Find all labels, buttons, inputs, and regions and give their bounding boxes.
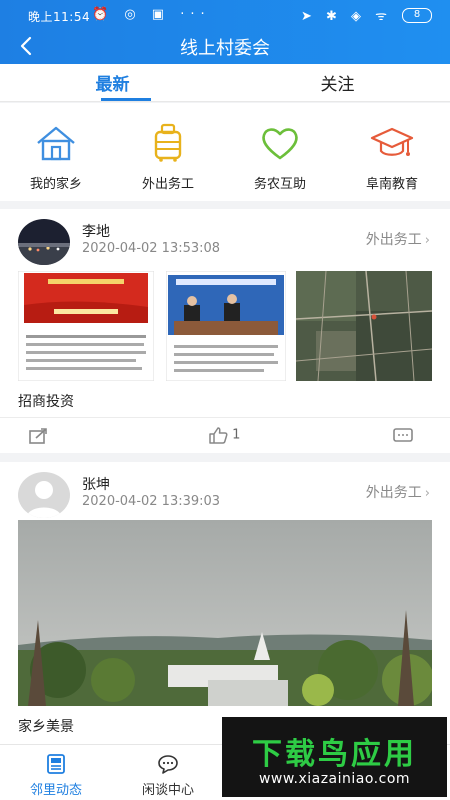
category-farm-mutual-aid[interactable]: 务农互助 — [224, 123, 336, 192]
chevron-right-icon: › — [424, 486, 430, 501]
category-grid: 我的家乡 外出务工 务农互助 阜南教育 — [0, 103, 450, 201]
nav-chat-center[interactable]: 闲谈中心 — [112, 753, 224, 798]
notification-icons: ⏰ ◎ ▣ ··· — [92, 7, 211, 22]
top-bar: 晚上11:54 ⏰ ◎ ▣ ··· ➤ ✱ ◈ ᯤ 8 线上村委会 — [0, 0, 450, 64]
category-label: 外出务工 — [141, 177, 194, 192]
post-card[interactable]: 张坤 2020-04-02 13:39:03 外出务工 › 家乡美景 — [0, 462, 450, 744]
watermark-url: www.xiazainiao.com — [258, 771, 411, 787]
comment-icon[interactable] — [392, 427, 414, 445]
home-icon — [37, 126, 75, 161]
post-category-tag[interactable]: 外出务工 › — [366, 229, 430, 249]
post-image-row — [18, 271, 432, 381]
category-migrant-work[interactable]: 外出务工 — [112, 123, 224, 192]
share-icon[interactable] — [28, 427, 50, 445]
category-funan-education[interactable]: 阜南教育 — [336, 123, 448, 192]
post-image[interactable] — [296, 271, 432, 381]
newspaper-icon — [47, 754, 65, 774]
avatar[interactable] — [18, 472, 70, 518]
active-tab-indicator — [101, 98, 151, 101]
post-category-tag[interactable]: 外出务工 › — [366, 482, 430, 502]
tab-latest[interactable]: 最新 — [0, 70, 225, 95]
chat-bubble-icon — [158, 755, 178, 774]
page-title: 线上村委会 — [180, 38, 270, 59]
post-tag-label: 外出务工 — [365, 232, 422, 248]
status-bar: 晚上11:54 ⏰ ◎ ▣ ··· ➤ ✱ ◈ ᯤ 8 — [0, 0, 450, 30]
category-label: 务农互助 — [253, 177, 306, 192]
post-image[interactable] — [18, 520, 432, 706]
heart-icon — [262, 128, 298, 160]
post-actions: 1 — [0, 417, 450, 451]
like-button[interactable]: 1 — [208, 426, 240, 444]
post-time: 2020-04-02 13:39:03 — [82, 494, 221, 509]
post-image[interactable] — [166, 271, 286, 381]
tab-following[interactable]: 关注 — [225, 70, 450, 95]
like-count: 1 — [232, 427, 241, 443]
post-tag-label: 外出务工 — [365, 485, 422, 501]
nav-label: 闲谈中心 — [141, 783, 194, 798]
post-title: 家乡美景 — [18, 719, 74, 735]
signal-icons: ➤ ✱ ◈ ᯤ — [300, 9, 392, 24]
post-time: 2020-04-02 13:53:08 — [82, 241, 221, 256]
chevron-right-icon: › — [424, 233, 430, 248]
thumbs-up-icon — [209, 427, 228, 444]
nav-neighborhood-feed[interactable]: 邻里动态 — [0, 753, 112, 798]
category-label: 我的家乡 — [29, 177, 82, 192]
post-author: 张坤 — [82, 477, 110, 493]
post-author: 李地 — [82, 224, 110, 240]
feed-tabs: 最新 关注 — [0, 64, 450, 102]
post-image[interactable] — [18, 271, 154, 381]
category-my-hometown[interactable]: 我的家乡 — [0, 123, 112, 192]
category-label: 阜南教育 — [365, 177, 418, 192]
battery-icon: 8 — [402, 8, 432, 23]
avatar[interactable] — [18, 219, 70, 265]
status-time: 晚上11:54 — [28, 10, 91, 24]
suitcase-icon — [154, 123, 182, 162]
watermark-title: 下载鸟应用 — [252, 737, 417, 772]
nav-label: 邻里动态 — [29, 783, 82, 798]
post-card[interactable]: 李地 2020-04-02 13:53:08 外出务工 › 招商投资 1 — [0, 209, 450, 453]
graduation-cap-icon — [370, 127, 414, 156]
post-title: 招商投资 — [18, 394, 74, 410]
watermark-banner: 下载鸟应用 www.xiazainiao.com — [222, 717, 447, 797]
nav-bar: 线上村委会 — [0, 30, 450, 64]
